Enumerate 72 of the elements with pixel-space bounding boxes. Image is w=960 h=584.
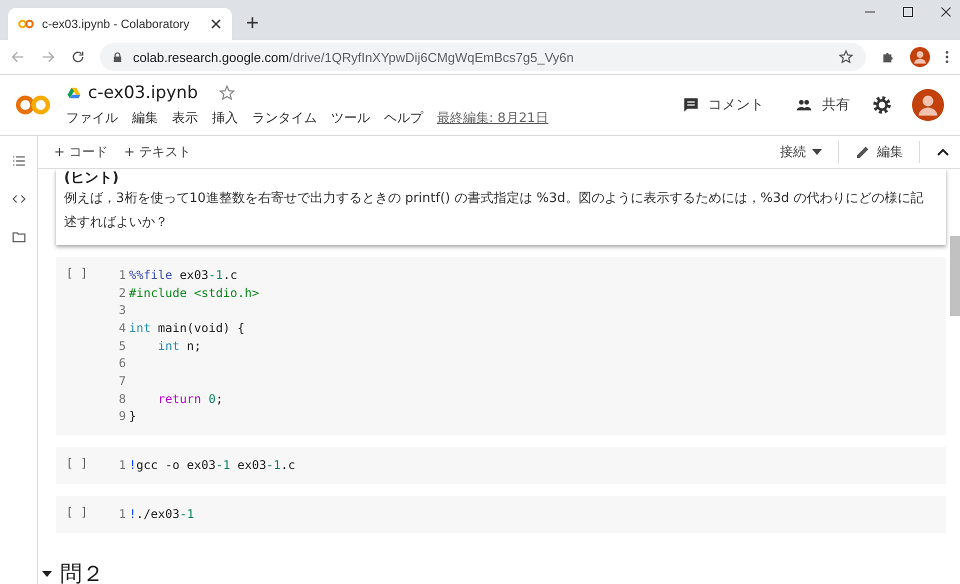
lock-icon <box>112 50 123 64</box>
connect-button[interactable]: 接続 <box>780 143 822 161</box>
menu-item[interactable]: ランタイム <box>252 109 317 127</box>
menu-item[interactable]: ツール <box>331 109 370 127</box>
star-icon[interactable] <box>838 49 854 65</box>
code-line: !gcc -o ex03-1 ex03-1.c <box>129 458 296 472</box>
line-number: 8 <box>118 392 127 406</box>
close-icon[interactable] <box>940 6 952 18</box>
avatar-icon[interactable] <box>912 89 944 121</box>
line-number: 1 <box>118 268 127 282</box>
dropdown-icon <box>812 149 822 155</box>
code-line: #include <stdio.h> <box>129 286 260 300</box>
line-number: 7 <box>118 374 127 388</box>
table-of-contents-icon[interactable] <box>10 154 26 168</box>
hint-paragraph: 例えば，3桁を使って10進整数を右寄せで出力するときの printf() の書式指定は %3d。図のように表示するためには，%3d の代わりにどの様に記述すればよいか？ <box>64 190 924 232</box>
line-number: 2 <box>118 286 127 300</box>
more-vert-icon[interactable] <box>944 49 950 65</box>
tab-title: c-ex03.ipynb - Colaboratory <box>42 17 190 31</box>
menu-item[interactable]: ヘルプ <box>384 109 423 127</box>
code-line: %%file ex03-1.c <box>129 268 238 282</box>
menu-item[interactable]: 編集 <box>132 109 158 127</box>
colab-logo-icon <box>14 94 52 116</box>
line-number: 6 <box>118 356 127 370</box>
add-code-button[interactable]: + コード <box>54 143 108 161</box>
settings-icon[interactable] <box>872 95 892 115</box>
line-number: 1 <box>118 458 127 472</box>
scrollbar[interactable] <box>950 236 960 316</box>
colab-logo-icon <box>18 19 34 29</box>
menu-item[interactable]: 表示 <box>172 109 198 127</box>
url-text: colab.research.google.com/drive/1QRyfInXYpwDij6CMgWqEmBcs7g5_Vy6n <box>133 50 575 64</box>
comment-icon <box>682 96 700 114</box>
run-cell-button[interactable]: [ ] <box>66 266 106 426</box>
menu-item[interactable]: 挿入 <box>212 109 238 127</box>
people-icon <box>794 97 814 113</box>
line-number: 3 <box>118 303 127 318</box>
notebook-title[interactable]: c-ex03.ipynb <box>88 83 198 103</box>
code-cell[interactable]: [ ] 1 %%file ex03-1.c 2 #include <stdio.h> 3 4 int main(void) { 5 int n; 6 7 8 return 0; 9 } <box>56 257 946 436</box>
run-cell-button[interactable]: [ ] <box>66 504 106 523</box>
maximize-icon[interactable] <box>902 6 914 18</box>
star-icon[interactable] <box>218 84 236 102</box>
code-line: int n; <box>156 338 202 353</box>
pencil-icon <box>855 144 871 160</box>
comment-button[interactable]: コメント <box>676 95 770 115</box>
code-icon[interactable] <box>10 192 26 206</box>
address-bar[interactable]: colab.research.google.com/drive/1QRyfInXYpwDij6CMgWqEmBcs7g5_Vy6n <box>100 43 866 71</box>
new-tab-button[interactable]: + <box>242 10 263 36</box>
line-number: 9 <box>118 409 127 424</box>
code-line: !./ex03-1 <box>129 506 194 521</box>
add-text-button[interactable]: + テキスト <box>124 143 192 161</box>
share-button[interactable]: 共有 <box>788 95 856 115</box>
avatar-icon[interactable] <box>910 47 930 67</box>
folder-icon[interactable] <box>10 230 26 244</box>
line-number: 1 <box>118 506 127 521</box>
line-number: 5 <box>118 338 127 353</box>
menu-item[interactable]: ファイル <box>66 109 118 127</box>
browser-tab[interactable]: c-ex03.ipynb - Colaboratory <box>8 8 232 40</box>
code-line: } <box>129 409 136 424</box>
code-line: return 0; <box>156 392 223 406</box>
collapse-icon[interactable] <box>936 147 950 157</box>
hint-heading: (ヒント) <box>64 169 120 187</box>
last-edit-link[interactable]: 最終編集: 8月21日 <box>437 109 548 127</box>
code-cell[interactable]: [ ] 1 !./ex03-1 <box>56 496 946 533</box>
edit-button[interactable]: 編集 <box>855 143 903 161</box>
code-cell[interactable]: [ ] 1 !gcc -o ex03-1 ex03-1.c <box>56 447 946 484</box>
drive-icon <box>66 86 82 100</box>
line-number: 4 <box>118 320 127 335</box>
run-cell-button[interactable]: [ ] <box>66 456 106 474</box>
code-line: int main(void) { <box>129 320 245 335</box>
section-heading: 問２ <box>60 560 104 584</box>
reload-icon[interactable] <box>70 49 86 65</box>
caret-icon[interactable] <box>42 570 52 577</box>
close-icon[interactable] <box>210 18 222 30</box>
